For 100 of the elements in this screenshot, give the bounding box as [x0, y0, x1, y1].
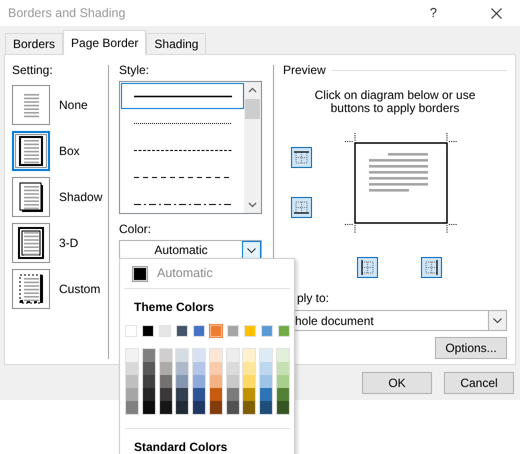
- color-swatch[interactable]: [276, 349, 289, 362]
- color-swatch[interactable]: [176, 349, 188, 362]
- style-label: Style:: [119, 62, 150, 79]
- chevron-down-icon: [493, 318, 502, 324]
- color-swatch[interactable]: [243, 388, 256, 401]
- color-swatch[interactable]: [176, 325, 188, 337]
- color-swatch[interactable]: [243, 349, 256, 362]
- color-swatch[interactable]: [226, 362, 239, 375]
- color-swatch[interactable]: [193, 325, 205, 337]
- line-style-option[interactable]: [121, 83, 244, 109]
- color-swatch[interactable]: [276, 362, 289, 375]
- dialog-button[interactable]: OK: [362, 372, 432, 394]
- color-swatch[interactable]: [160, 349, 172, 362]
- color-swatch[interactable]: [276, 375, 289, 388]
- color-swatch[interactable]: [126, 362, 138, 375]
- color-swatch[interactable]: [260, 375, 272, 388]
- color-swatch[interactable]: [125, 325, 137, 337]
- shadow-border-setting-icon[interactable]: [12, 177, 50, 217]
- color-swatch[interactable]: [176, 362, 188, 375]
- color-swatch[interactable]: [193, 401, 206, 414]
- line-sample-icon: [134, 202, 232, 206]
- color-swatch[interactable]: [210, 388, 222, 401]
- color-swatch[interactable]: [260, 388, 272, 401]
- color-swatch[interactable]: [126, 388, 138, 401]
- color-swatch[interactable]: [142, 325, 154, 337]
- options-button[interactable]: Options...: [435, 337, 507, 359]
- color-swatch[interactable]: [142, 375, 155, 388]
- color-swatch[interactable]: [176, 388, 188, 401]
- color-swatch[interactable]: [160, 362, 172, 375]
- tab[interactable]: Shading: [146, 33, 206, 54]
- color-swatch[interactable]: [160, 401, 172, 414]
- none-border-setting-icon[interactable]: [12, 85, 50, 125]
- color-swatch[interactable]: [243, 401, 256, 414]
- color-swatch[interactable]: [226, 401, 239, 414]
- color-swatch[interactable]: [126, 349, 138, 362]
- line-style-list[interactable]: [119, 81, 262, 214]
- color-swatch[interactable]: [176, 375, 188, 388]
- color-swatch[interactable]: [276, 401, 289, 414]
- color-swatch[interactable]: [210, 362, 222, 375]
- color-swatch[interactable]: [226, 388, 239, 401]
- bottom-border-button[interactable]: [291, 197, 312, 218]
- color-swatch[interactable]: [142, 362, 155, 375]
- color-swatch[interactable]: [244, 325, 256, 337]
- color-swatch[interactable]: [260, 349, 272, 362]
- line-sample-icon: [134, 176, 232, 178]
- box-border-setting-icon[interactable]: [12, 131, 50, 171]
- window-title: Borders and Shading: [8, 4, 126, 22]
- setting-label[interactable]: None: [59, 96, 88, 114]
- color-swatch[interactable]: [210, 325, 222, 337]
- color-swatch[interactable]: [260, 401, 272, 414]
- color-swatch[interactable]: [126, 401, 138, 414]
- color-swatch[interactable]: [160, 375, 172, 388]
- color-swatch[interactable]: [142, 401, 155, 414]
- color-swatch[interactable]: [227, 325, 239, 337]
- color-swatch[interactable]: [126, 375, 138, 388]
- left-border-button[interactable]: [357, 257, 378, 278]
- color-swatch[interactable]: [142, 388, 155, 401]
- color-swatch[interactable]: [260, 362, 272, 375]
- color-swatch[interactable]: [193, 362, 206, 375]
- page-preview-drawing[interactable]: [345, 133, 457, 233]
- color-swatch[interactable]: [210, 349, 222, 362]
- color-swatch[interactable]: [193, 388, 206, 401]
- setting-label[interactable]: Custom: [59, 280, 100, 298]
- color-swatch[interactable]: [176, 401, 188, 414]
- right-border-button[interactable]: [421, 257, 442, 278]
- preview-instructions: Click on diagram below or use buttons to apply borders: [314, 89, 476, 115]
- color-swatch[interactable]: [226, 349, 239, 362]
- chevron-down-icon: [247, 248, 256, 254]
- setting-label[interactable]: Shadow: [59, 188, 102, 206]
- color-swatch[interactable]: [159, 325, 171, 337]
- preview-heading: Preview: [283, 62, 326, 79]
- color-swatch[interactable]: [210, 375, 222, 388]
- color-swatch[interactable]: [243, 375, 256, 388]
- tab[interactable]: Borders: [5, 33, 64, 54]
- line-sample-icon: [134, 122, 232, 124]
- color-swatch[interactable]: [243, 362, 256, 375]
- theme-colors-heading: Theme Colors: [133, 299, 216, 316]
- setting-label[interactable]: Box: [59, 142, 80, 160]
- help-button[interactable]: ?: [430, 3, 437, 23]
- color-swatch[interactable]: [278, 325, 290, 337]
- custom-border-setting-icon[interactable]: [12, 269, 50, 309]
- close-icon[interactable]: [491, 8, 502, 18]
- line-sample-icon: [134, 148, 232, 152]
- color-swatch[interactable]: [276, 388, 289, 401]
- threed-border-setting-icon[interactable]: [12, 223, 50, 263]
- color-swatch[interactable]: [261, 325, 273, 337]
- tab[interactable]: Page Border: [63, 30, 146, 55]
- setting-label[interactable]: 3-D: [59, 234, 78, 252]
- color-swatch[interactable]: [193, 375, 206, 388]
- color-swatch[interactable]: [226, 375, 239, 388]
- scrollbar-thumb[interactable]: [245, 99, 260, 119]
- standard-colors-heading: Standard Colors: [133, 439, 228, 454]
- dialog-button[interactable]: Cancel: [444, 372, 514, 394]
- color-swatch[interactable]: [142, 349, 155, 362]
- color-swatch[interactable]: [210, 401, 222, 414]
- apply-to-label: ply to:: [296, 290, 330, 307]
- setting-label: Setting:: [12, 62, 54, 79]
- color-swatch[interactable]: [193, 349, 206, 362]
- top-border-button[interactable]: [291, 147, 312, 168]
- color-swatch[interactable]: [160, 388, 172, 401]
